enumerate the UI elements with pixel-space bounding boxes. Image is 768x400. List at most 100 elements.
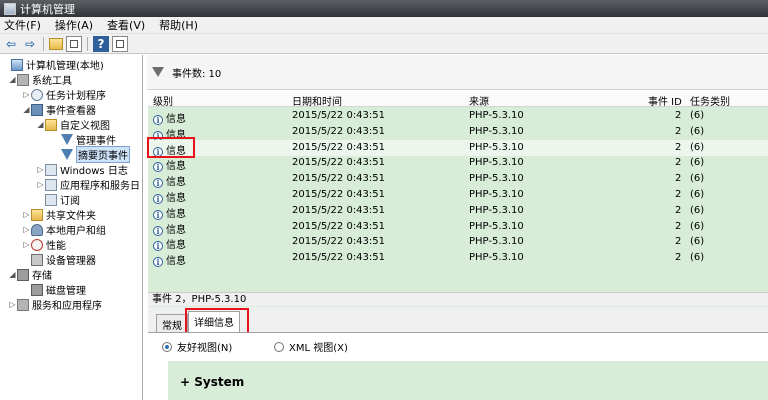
column-header-task-category[interactable]: 任务类别	[690, 93, 730, 108]
tools-icon	[17, 73, 29, 86]
tree-item-shared-folders[interactable]: ▷ 共享文件夹	[22, 207, 96, 222]
tree-expander[interactable]: ▷	[22, 225, 31, 234]
menu-file[interactable]: 文件(F)	[4, 17, 41, 33]
table-row[interactable]: i 信息 2015/5/22 0:43:51 PHP-5.3.10 2 (6)	[148, 124, 768, 141]
radio-xml-view[interactable]: XML 视图(X)	[274, 339, 348, 354]
clock-icon	[31, 88, 43, 101]
cell-task-category-text: (6)	[690, 110, 705, 121]
tree-item-label: 自定义视图	[60, 121, 110, 132]
tree-item-event-viewer[interactable]: ◢ 事件查看器	[22, 102, 96, 117]
cell-source-text: PHP-5.3.10	[469, 204, 524, 216]
tree-expander[interactable]: ◢	[8, 270, 17, 279]
cell-source-text: PHP-5.3.10	[469, 220, 524, 232]
table-row[interactable]: i 信息 2015/5/22 0:43:51 PHP-5.3.10 2 (6)	[148, 108, 768, 125]
cell-datetime: 2015/5/22 0:43:51	[292, 221, 385, 232]
tree-item-performance[interactable]: ▷ 性能	[22, 237, 66, 252]
system-section-toggle[interactable]: + System	[180, 375, 244, 389]
tree-expander[interactable]: ▷	[36, 165, 45, 174]
tree-item-subscriptions[interactable]: 订阅	[36, 192, 80, 207]
table-row[interactable]: i 信息 2015/5/22 0:43:51 PHP-5.3.10 2 (6)	[148, 234, 768, 252]
tree-expander[interactable]: ▷	[22, 240, 31, 249]
cell-event-id-text: 2	[675, 236, 682, 248]
tree-item-disk-management[interactable]: 磁盘管理	[22, 282, 86, 297]
device-manager-icon	[31, 253, 43, 266]
tree-item-local-users-groups[interactable]: ▷ 本地用户和组	[22, 222, 106, 237]
properties-icon[interactable]	[112, 35, 128, 52]
tab-general[interactable]: 常规	[156, 314, 188, 332]
table-row[interactable]: i 信息 2015/5/22 0:43:51 PHP-5.3.10 2 (6)	[148, 155, 768, 173]
cell-source: PHP-5.3.10	[469, 236, 524, 247]
cell-datetime-text: 2015/5/22 0:43:51	[292, 110, 386, 121]
tree-expander[interactable]: ◢	[8, 75, 17, 84]
tree-item-computer-management[interactable]: 计算机管理(本地)	[2, 57, 104, 72]
cell-datetime-text: 2015/5/22 0:43:51	[292, 189, 386, 200]
results-pane: 事件数: 10 级别 日期和时间 来源 事件 ID 任务类别 i 信息 2015/5…	[147, 55, 768, 400]
title-bar: 计算机管理	[0, 0, 768, 17]
cell-datetime-text: 2015/5/22 0:43:51	[292, 125, 386, 137]
menu-action[interactable]: 操作(A)	[55, 17, 93, 33]
cell-task-category-text: (6)	[690, 204, 705, 216]
column-header-event-id[interactable]: 事件 ID	[648, 93, 682, 108]
cell-event-id-text: 2	[675, 110, 682, 121]
tree-item-storage[interactable]: ◢ 存储	[8, 267, 52, 282]
table-row[interactable]: i 信息 2015/5/22 0:43:51 PHP-5.3.10 2 (6)	[148, 171, 768, 189]
cell-level: i 信息	[153, 110, 186, 125]
help-icon[interactable]: ?	[93, 35, 109, 52]
tree-item-task-scheduler[interactable]: ▷ 任务计划程序	[22, 87, 106, 102]
tree-expander[interactable]: ◢	[36, 120, 45, 129]
cell-task-category-text: (6)	[690, 125, 705, 137]
toolbar-separator	[87, 36, 88, 51]
table-row[interactable]: i 信息 2015/5/22 0:43:51 PHP-5.3.10 2 (6)	[148, 250, 768, 268]
tree-item-label: 应用程序和服务日	[60, 181, 140, 192]
column-header-datetime[interactable]: 日期和时间	[292, 93, 342, 108]
tree-expander[interactable]: ▷	[8, 300, 17, 309]
tree-expander[interactable]: ▷	[22, 90, 31, 99]
table-row[interactable]: i 信息 2015/5/22 0:43:51 PHP-5.3.10 2 (6)	[148, 139, 768, 157]
radio-friendly-label: 友好视图(N)	[177, 343, 233, 354]
column-header-level[interactable]: 级别	[153, 93, 173, 108]
cell-source-text: PHP-5.3.10	[469, 252, 524, 264]
disk-icon	[31, 283, 43, 296]
tree-item-custom-views[interactable]: ◢ 自定义视图	[36, 117, 110, 132]
radio-dot-selected[interactable]	[162, 341, 172, 352]
tree-item-summary-page-events[interactable]: 摘要页事件	[52, 146, 130, 163]
table-row[interactable]: i 信息 2015/5/22 0:43:51 PHP-5.3.10 2 (6)	[148, 203, 768, 220]
tree-expander[interactable]: ◢	[22, 105, 31, 114]
cell-task-category-text: (6)	[690, 236, 705, 248]
tree-item-label: 共享文件夹	[46, 211, 96, 222]
tree-expander[interactable]: ▷	[36, 180, 45, 189]
tree-expander[interactable]: ▷	[22, 210, 31, 219]
tree-item-windows-logs[interactable]: ▷ Windows 日志	[36, 162, 128, 177]
tree-item-administrative-events[interactable]: 管理事件	[52, 132, 116, 147]
tree-item-device-manager[interactable]: 设备管理器	[22, 252, 96, 267]
menu-help[interactable]: 帮助(H)	[159, 17, 198, 33]
table-row[interactable]: i 信息 2015/5/22 0:43:51 PHP-5.3.10 2 (6)	[148, 187, 768, 204]
cell-datetime: 2015/5/22 0:43:51	[292, 126, 385, 137]
cell-event-id: 2	[675, 221, 681, 232]
tree-item-label: 性能	[46, 241, 66, 252]
tree-item-app-service-logs[interactable]: ▷ 应用程序和服务日	[36, 177, 140, 192]
folder-icon	[45, 118, 57, 131]
event-viewer-icon	[31, 103, 43, 116]
cell-task-category: (6)	[690, 173, 704, 184]
back-arrow-icon[interactable]: ⇦	[3, 36, 19, 52]
table-row[interactable]: i 信息 2015/5/22 0:43:51 PHP-5.3.10 2 (6)	[148, 219, 768, 236]
menu-view[interactable]: 查看(V)	[107, 17, 145, 33]
radio-friendly-view[interactable]: 友好视图(N)	[162, 339, 232, 354]
tree-item-services-applications[interactable]: ▷ 服务和应用程序	[8, 297, 102, 312]
cell-event-id-text: 2	[675, 157, 682, 169]
radio-xml-label: XML 视图(X)	[289, 343, 348, 354]
cell-event-id: 2	[675, 173, 681, 184]
cell-datetime: 2015/5/22 0:43:51	[292, 142, 385, 153]
up-folder-icon[interactable]	[49, 37, 63, 50]
cell-event-id-text: 2	[675, 220, 682, 232]
column-header-source[interactable]: 来源	[469, 93, 489, 108]
tree-item-system-tools[interactable]: ◢ 系统工具	[8, 72, 72, 87]
cell-source: PHP-5.3.10	[469, 126, 524, 137]
show-hide-tree-icon[interactable]	[66, 35, 82, 52]
radio-dot[interactable]	[274, 341, 284, 352]
cell-datetime-text: 2015/5/22 0:43:51	[292, 141, 386, 153]
log-icon	[45, 178, 57, 191]
forward-arrow-icon[interactable]: ⇨	[22, 36, 38, 52]
cell-task-category: (6)	[690, 252, 704, 263]
